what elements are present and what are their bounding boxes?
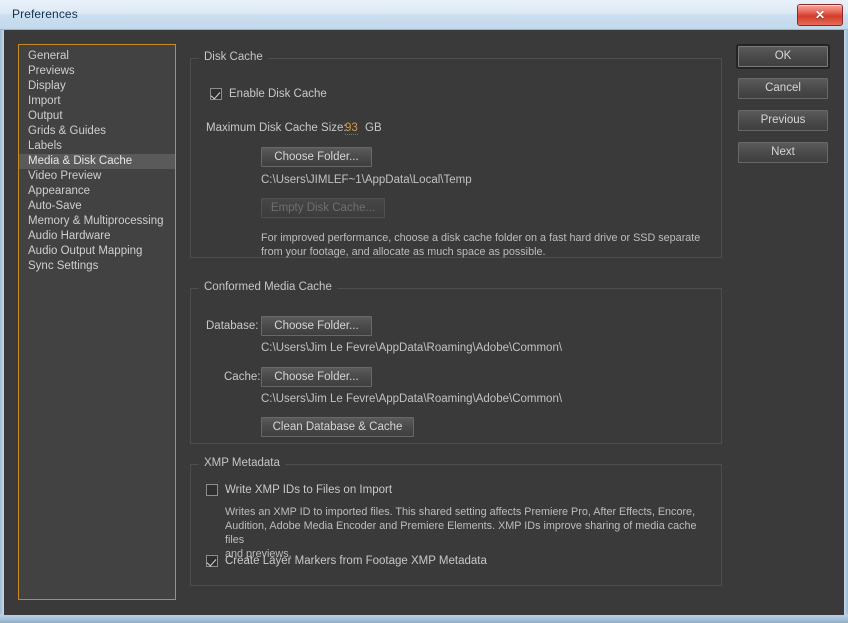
enable-disk-cache-checkbox-row[interactable]: Enable Disk Cache <box>210 88 327 100</box>
create-layer-markers-label: Create Layer Markers from Footage XMP Me… <box>225 555 487 567</box>
write-xmp-ids-checkbox-row[interactable]: Write XMP IDs to Files on Import <box>206 484 392 496</box>
cache-path: C:\Users\Jim Le Fevre\AppData\Roaming\Ad… <box>261 393 563 405</box>
sidebar-item-import[interactable]: Import <box>19 94 175 109</box>
sidebar-item-label: Memory & Multiprocessing <box>28 215 164 227</box>
sidebar-item-output[interactable]: Output <box>19 109 175 124</box>
sidebar-item-label: Video Preview <box>28 170 102 182</box>
window-title: Preferences <box>12 7 78 21</box>
cache-label: Cache: <box>224 371 261 383</box>
sidebar-item-previews[interactable]: Previews <box>19 64 175 79</box>
sidebar-item-general[interactable]: General <box>19 49 175 64</box>
sidebar-item-label: Auto-Save <box>28 200 82 212</box>
max-disk-cache-size-unit: GB <box>365 122 382 134</box>
close-button[interactable]: ✕ <box>797 4 843 26</box>
sidebar-item-label: Sync Settings <box>28 260 99 272</box>
dialog-action-buttons: OK Cancel Previous Next <box>736 44 830 184</box>
title-bar[interactable]: Preferences ✕ <box>0 0 848 30</box>
conformed-media-cache-group-label: Conformed Media Cache <box>199 281 337 293</box>
close-icon: ✕ <box>814 8 826 22</box>
xmp-metadata-description: Writes an XMP ID to imported files. This… <box>225 505 715 561</box>
disk-cache-group-label: Disk Cache <box>199 51 268 63</box>
sidebar-item-appearance[interactable]: Appearance <box>19 184 175 199</box>
sidebar-item-label: Labels <box>28 140 62 152</box>
create-layer-markers-checkbox[interactable] <box>206 555 218 567</box>
sidebar-item-memory-multiprocessing[interactable]: Memory & Multiprocessing <box>19 214 175 229</box>
sidebar-item-label: Media & Disk Cache <box>28 155 133 167</box>
cache-choose-folder-button[interactable]: Choose Folder... <box>261 367 372 387</box>
ok-button[interactable]: OK <box>738 46 828 67</box>
disk-cache-choose-folder-button[interactable]: Choose Folder... <box>261 147 372 167</box>
preferences-dialog: Preferences ✕ General Previews Display Impo… <box>0 0 848 623</box>
sidebar-item-sync-settings[interactable]: Sync Settings <box>19 259 175 274</box>
sidebar-item-label: Display <box>28 80 66 92</box>
category-list-items: General Previews Display Import Output Grids … <box>19 45 175 274</box>
window-frame-bottom-edge <box>0 614 848 623</box>
disk-cache-description-line-2: from your footage, and allocate as much … <box>261 246 546 258</box>
sidebar-item-labels[interactable]: Labels <box>19 139 175 154</box>
empty-disk-cache-button[interactable]: Empty Disk Cache... <box>261 198 385 218</box>
sidebar-item-label: Previews <box>28 65 75 77</box>
sidebar-item-label: Import <box>28 95 61 107</box>
cancel-button[interactable]: Cancel <box>738 78 828 99</box>
database-path: C:\Users\Jim Le Fevre\AppData\Roaming\Ad… <box>261 342 563 354</box>
enable-disk-cache-checkbox[interactable] <box>210 88 222 100</box>
preferences-main-panel: Disk Cache Enable Disk Cache Maximum Dis… <box>190 44 722 600</box>
max-disk-cache-size-label: Maximum Disk Cache Size: <box>206 122 347 134</box>
next-button[interactable]: Next <box>738 142 828 163</box>
sidebar-item-label: General <box>28 50 69 62</box>
sidebar-item-video-preview[interactable]: Video Preview <box>19 169 175 184</box>
sidebar-item-audio-output-mapping[interactable]: Audio Output Mapping <box>19 244 175 259</box>
sidebar-item-auto-save[interactable]: Auto-Save <box>19 199 175 214</box>
database-label: Database: <box>206 320 259 332</box>
create-layer-markers-checkbox-row[interactable]: Create Layer Markers from Footage XMP Me… <box>206 555 487 567</box>
sidebar-item-label: Appearance <box>28 185 91 197</box>
sidebar-item-label: Output <box>28 110 63 122</box>
sidebar-item-label: Audio Output Mapping <box>28 245 143 257</box>
max-disk-cache-size-value[interactable]: 93 <box>345 122 358 135</box>
dialog-client-area: General Previews Display Import Output Grids … <box>4 30 844 615</box>
xmp-description-line-2: Audition, Adobe Media Encoder and Premie… <box>225 520 697 546</box>
enable-disk-cache-label: Enable Disk Cache <box>229 88 327 100</box>
xmp-metadata-group-label: XMP Metadata <box>199 457 285 469</box>
preferences-category-list[interactable]: General Previews Display Import Output Grids … <box>18 44 176 600</box>
write-xmp-ids-label: Write XMP IDs to Files on Import <box>225 484 393 496</box>
write-xmp-ids-checkbox[interactable] <box>206 484 218 496</box>
disk-cache-folder-path: C:\Users\JIMLEF~1\AppData\Local\Temp <box>261 174 472 186</box>
database-choose-folder-button[interactable]: Choose Folder... <box>261 316 372 336</box>
previous-button[interactable]: Previous <box>738 110 828 131</box>
sidebar-item-display[interactable]: Display <box>19 79 175 94</box>
disk-cache-description: For improved performance, choose a disk … <box>261 231 721 259</box>
clean-database-cache-button[interactable]: Clean Database & Cache <box>261 417 414 437</box>
sidebar-item-label: Grids & Guides <box>28 125 106 137</box>
disk-cache-description-line-1: For improved performance, choose a disk … <box>261 232 701 244</box>
sidebar-item-audio-hardware[interactable]: Audio Hardware <box>19 229 175 244</box>
sidebar-item-grids-guides[interactable]: Grids & Guides <box>19 124 175 139</box>
sidebar-item-label: Audio Hardware <box>28 230 111 242</box>
sidebar-item-media-disk-cache[interactable]: Media & Disk Cache <box>19 154 175 169</box>
xmp-description-line-1: Writes an XMP ID to imported files. This… <box>225 506 696 518</box>
